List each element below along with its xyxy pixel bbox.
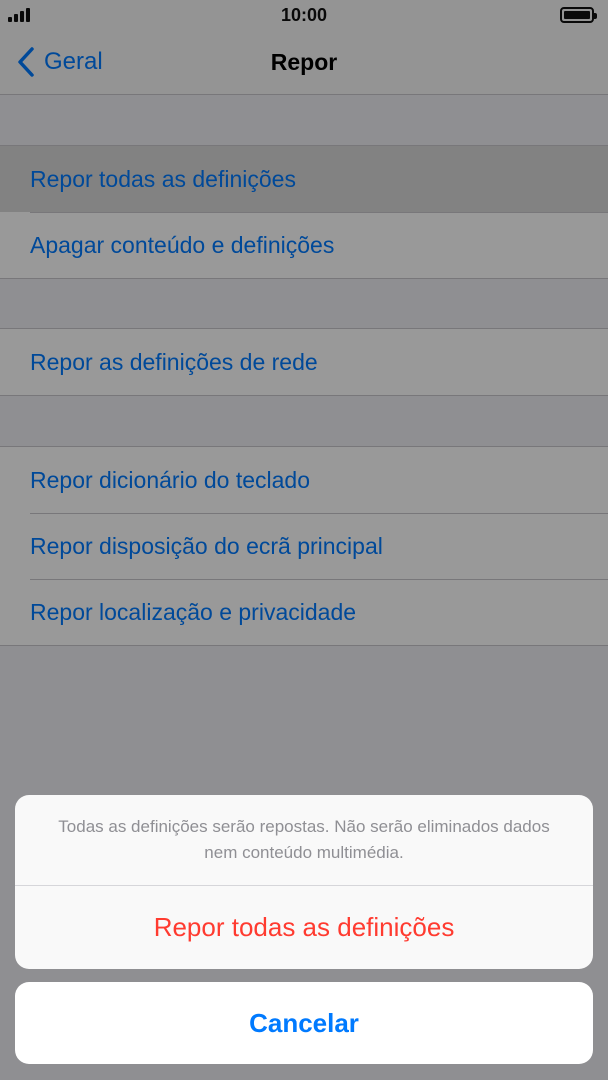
confirm-reset-button[interactable]: Repor todas as definições (15, 886, 593, 969)
action-sheet-message: Todas as definições serão repostas. Não … (15, 795, 593, 886)
screen: 10:00 Geral Repor Repor todas as definiç… (0, 0, 608, 1080)
action-sheet: Todas as definições serão repostas. Não … (15, 795, 593, 969)
cancel-button[interactable]: Cancelar (15, 982, 593, 1064)
